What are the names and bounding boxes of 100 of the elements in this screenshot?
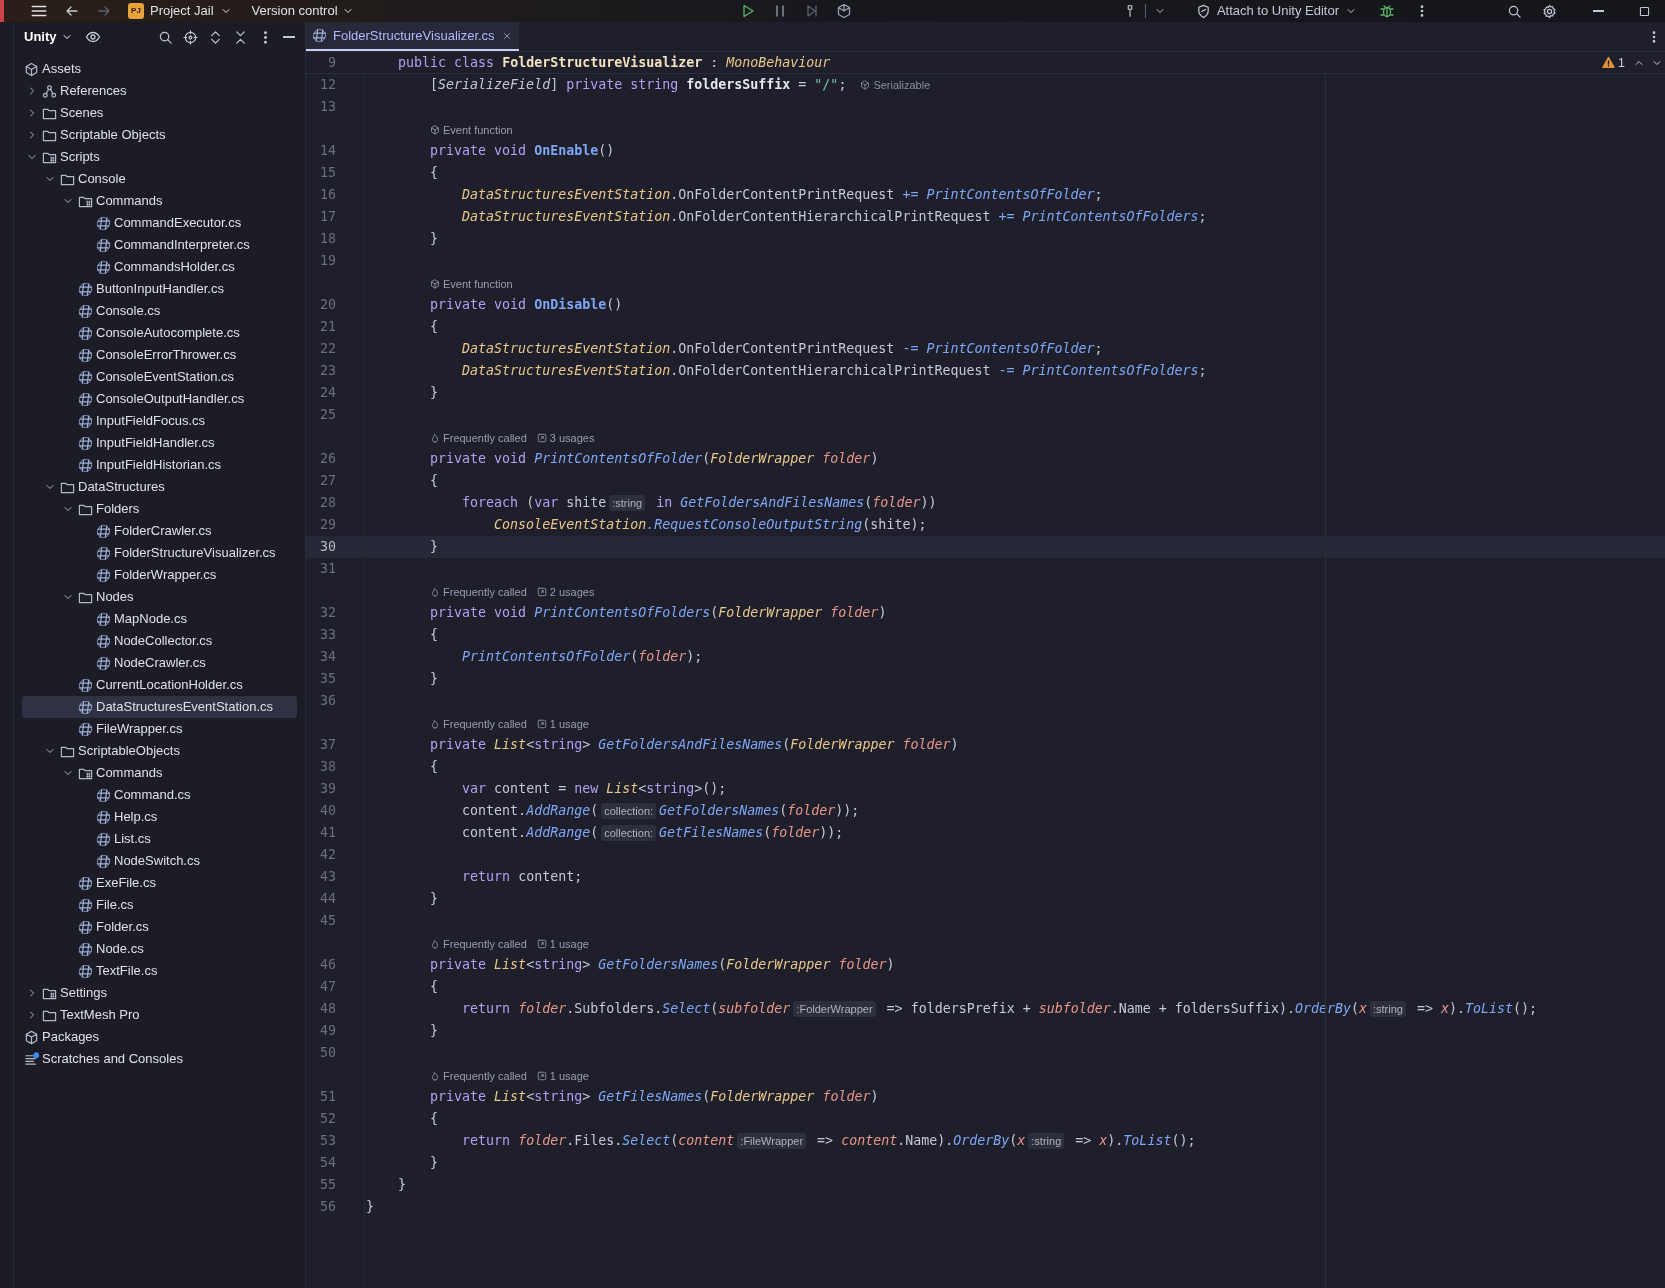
tree-item[interactable]: List.cs (22, 828, 297, 850)
view-options-button[interactable] (84, 29, 101, 45)
code-lens[interactable]: Frequently called (430, 715, 527, 732)
tree-item[interactable]: Command.cs (22, 784, 297, 806)
code-lens[interactable]: 1 usage (536, 1067, 589, 1084)
tree-item[interactable]: Commands (22, 190, 297, 212)
line-number: 44 (319, 890, 337, 909)
code-lens[interactable]: 3 usages (536, 429, 595, 446)
tree-item[interactable]: MapNode.cs (22, 608, 297, 630)
tree-item[interactable]: Scriptable Objects (22, 124, 297, 146)
tree-item[interactable]: InputFieldFocus.cs (22, 410, 297, 432)
code-lens[interactable]: Frequently called (430, 1067, 527, 1084)
debug-button[interactable] (1379, 3, 1395, 19)
code-text: => x).ToList(); (1416, 1000, 1538, 1019)
flame-icon (430, 432, 440, 443)
tree-item[interactable]: ScriptableObjects (22, 740, 297, 762)
tree-item[interactable]: InputFieldHandler.cs (22, 432, 297, 454)
line-number: 26 (319, 450, 337, 469)
unity-button[interactable] (836, 3, 852, 19)
tree-item[interactable]: NodeSwitch.cs (22, 850, 297, 872)
expand-all-button[interactable] (208, 29, 223, 45)
locate-button[interactable] (183, 29, 198, 45)
tree-item[interactable]: DataStructuresEventStation.cs (22, 696, 297, 718)
tree-item[interactable]: References (22, 80, 297, 102)
tree-item[interactable]: ExeFile.cs (22, 872, 297, 894)
line-number: 38 (319, 758, 337, 777)
tree-item[interactable]: DataStructures (22, 476, 297, 498)
tree-item[interactable]: NodeCrawler.cs (22, 652, 297, 674)
project-selector[interactable]: PJ Project Jail (128, 1, 232, 21)
tree-item[interactable]: Scripts (22, 146, 297, 168)
tree-item[interactable]: ConsoleOutputHandler.cs (22, 388, 297, 410)
line-number: 53 (319, 1132, 337, 1151)
code-lens[interactable]: Frequently called (430, 583, 527, 600)
tree-item[interactable]: ConsoleEventStation.cs (22, 366, 297, 388)
line-number: 15 (319, 164, 337, 183)
tree-item[interactable]: FolderCrawler.cs (22, 520, 297, 542)
settings-button[interactable] (1542, 3, 1557, 19)
tree-item[interactable]: FolderStructureVisualizer.cs (22, 542, 297, 564)
code-text: private void PrintContentsOfFolder(FolderWrapper folder) (430, 450, 879, 469)
tree-item[interactable]: NodeCollector.cs (22, 630, 297, 652)
tree-item[interactable]: Assets (22, 58, 297, 80)
collapse-all-button[interactable] (233, 29, 248, 45)
line-number: 25 (319, 406, 337, 425)
tree-item[interactable]: TextMesh Pro (22, 1004, 297, 1026)
file-icon (96, 633, 111, 649)
tree-item[interactable]: CommandExecutor.cs (22, 212, 297, 234)
tree-item[interactable]: Settings (22, 982, 297, 1004)
tree-item[interactable]: Folders (22, 498, 297, 520)
tree-item[interactable]: FolderWrapper.cs (22, 564, 297, 586)
line-number: 17 (319, 208, 337, 227)
file-icon (78, 325, 93, 341)
search-icon (1507, 3, 1522, 19)
line-number: 18 (319, 230, 337, 249)
tree-item[interactable]: Scratches and Consoles (22, 1048, 297, 1070)
code-lens[interactable]: 2 usages (536, 583, 595, 600)
editor-tab[interactable]: FolderStructureVisualizer.cs (306, 22, 519, 51)
tree-item[interactable]: Console (22, 168, 297, 190)
code-lens[interactable]: 1 usage (536, 715, 589, 732)
run-button[interactable] (740, 3, 756, 19)
tree-item[interactable]: ConsoleErrorThrower.cs (22, 344, 297, 366)
maximize-button[interactable] (1638, 4, 1651, 18)
tree-item[interactable]: Console.cs (22, 300, 297, 322)
tree-item[interactable]: ButtonInputHandler.cs (22, 278, 297, 300)
tree-item[interactable]: Nodes (22, 586, 297, 608)
code-text: content.AddRange( (462, 802, 599, 821)
code-lens[interactable]: Event function (430, 121, 513, 138)
tree-item[interactable]: Commands (22, 762, 297, 784)
code-text: { (430, 1110, 439, 1129)
run-configuration-selector[interactable]: Attach to Unity Editor (1195, 1, 1357, 21)
file-icon (96, 655, 111, 671)
code-text: } (430, 1154, 439, 1173)
tree-item[interactable]: File.cs (22, 894, 297, 916)
search-button[interactable] (158, 29, 173, 45)
tree-item[interactable]: TextFile.cs (22, 960, 297, 982)
project-view-selector[interactable]: Unity (24, 27, 73, 47)
line-number: 30 (319, 538, 337, 557)
code-text: => foldersPrefix + subfolder.Name + foldersSuffix).OrderBy(x (886, 1000, 1367, 1019)
version-control-menu[interactable]: Version control (251, 1, 354, 21)
code-lens[interactable]: 1 usage (536, 935, 589, 952)
search-button[interactable] (1507, 3, 1522, 19)
tree-item[interactable]: Node.cs (22, 938, 297, 960)
code-lens[interactable]: Frequently called (430, 935, 527, 952)
tree-item[interactable]: Scenes (22, 102, 297, 124)
tree-item[interactable]: Help.cs (22, 806, 297, 828)
tree-item[interactable]: InputFieldHistorian.cs (22, 454, 297, 476)
inlay-hint: :string (1370, 1001, 1406, 1017)
code-lens[interactable]: Frequently called (430, 429, 527, 446)
code-text: } (398, 1176, 407, 1195)
file-icon (96, 259, 111, 275)
warnings-indicator[interactable]: 1 (1601, 52, 1625, 73)
tree-item[interactable]: ConsoleAutocomplete.cs (22, 322, 297, 344)
tree-item[interactable]: CurrentLocationHolder.cs (22, 674, 297, 696)
inlay-hint: :FolderWrapper (793, 1001, 876, 1017)
code-lens[interactable]: Event function (430, 275, 513, 292)
tree-item[interactable]: Folder.cs (22, 916, 297, 938)
step-button[interactable] (804, 3, 820, 19)
tree-item[interactable]: Packages (22, 1026, 297, 1048)
tree-item[interactable]: CommandsHolder.cs (22, 256, 297, 278)
tree-item[interactable]: CommandInterpreter.cs (22, 234, 297, 256)
tree-item[interactable]: FileWrapper.cs (22, 718, 297, 740)
